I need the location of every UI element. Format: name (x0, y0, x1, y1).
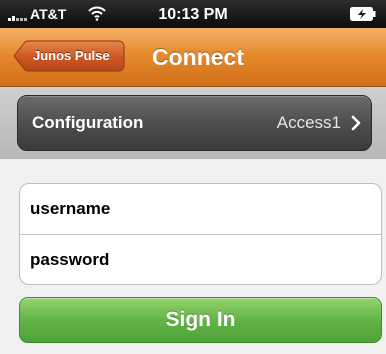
configuration-label: Configuration (32, 113, 144, 132)
status-bar: AT&T 10:13 PM (0, 0, 386, 28)
back-button-label: Junos Pulse (33, 48, 110, 63)
password-input[interactable] (20, 235, 360, 285)
configuration-row[interactable]: Configuration Access1 (17, 95, 372, 151)
back-button[interactable]: Junos Pulse (13, 40, 125, 72)
login-section: Sign In (0, 159, 386, 354)
status-time: 10:13 PM (158, 6, 228, 23)
chevron-right-icon (351, 115, 361, 131)
username-row (20, 184, 381, 235)
login-fields-group (19, 183, 382, 285)
password-row (20, 235, 381, 285)
configuration-value: Access1 (276, 113, 341, 132)
username-input[interactable] (20, 184, 360, 234)
page-title: Connect (152, 44, 244, 70)
navigation-bar: Junos Pulse Connect (0, 28, 386, 87)
configuration-section: Configuration Access1 (0, 87, 386, 159)
battery-icon (350, 7, 376, 21)
sign-in-button[interactable]: Sign In (19, 297, 382, 343)
